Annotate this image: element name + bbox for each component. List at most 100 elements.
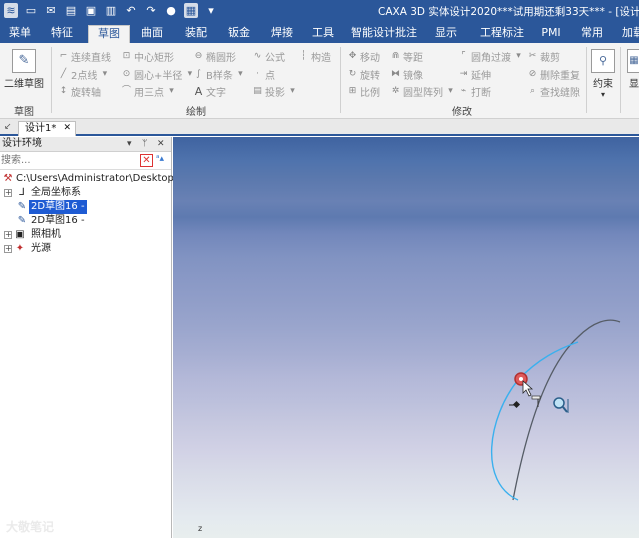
constraint-icon: ⚲ bbox=[591, 49, 615, 73]
extend-button[interactable]: ⇥ 延伸 bbox=[458, 66, 491, 82]
tab-engineering-annotation[interactable]: 工程标注 bbox=[473, 25, 531, 43]
formula-icon: ∿ bbox=[253, 50, 262, 61]
layers-icon[interactable]: ≋ bbox=[4, 3, 18, 18]
ribbon: ✎ 二维草图 草图 ⌐ 连续直线 ⊡ 中心矩形 ⊖ 椭圆形 ∿ 公式 ┆ 构造 ╱ 2点线 ▾… bbox=[0, 43, 639, 119]
tab-menu[interactable]: 菜单 bbox=[4, 25, 36, 43]
light-icon: ✦ bbox=[15, 243, 25, 254]
circle-center-radius-button[interactable]: ⊙ 圆心+半径 ▾ bbox=[121, 66, 195, 82]
document-tab-strip: ↙ 设计1* ✕ bbox=[0, 119, 639, 136]
delete-duplicate-icon: ⊘ bbox=[528, 68, 537, 79]
tree-item-light[interactable]: + ✦ 光源 bbox=[0, 242, 171, 256]
project-button[interactable]: ▤ 投影 ▾ bbox=[252, 83, 298, 99]
2d-sketch-button[interactable]: ✎ 二维草图 bbox=[4, 49, 44, 90]
delete-duplicate-button[interactable]: ⊘ 删除重复 bbox=[527, 66, 580, 82]
rotate-button[interactable]: ↻ 旋转 bbox=[347, 66, 380, 82]
tab-display[interactable]: 显示 bbox=[430, 25, 462, 43]
chart-icon[interactable]: ▦ bbox=[184, 3, 198, 18]
tree-item-camera[interactable]: + ▣ 照相机 bbox=[0, 228, 171, 242]
chevron-down-icon[interactable]: ▾ bbox=[127, 137, 132, 151]
break-icon: ⌁ bbox=[460, 85, 467, 96]
tab-load[interactable]: 加载 bbox=[617, 25, 639, 43]
close-icon[interactable]: ✕ bbox=[63, 122, 71, 135]
display-icon: ▦ bbox=[627, 49, 639, 73]
magnifier-icon bbox=[553, 397, 569, 413]
redo-icon[interactable]: ↷ bbox=[144, 3, 158, 18]
display-button[interactable]: ▦ 显 bbox=[624, 49, 639, 90]
construct-button[interactable]: ┆ 构造 bbox=[298, 48, 331, 64]
expand-icon[interactable]: + bbox=[4, 189, 12, 197]
tab-sheet-metal[interactable]: 钣金 bbox=[223, 25, 255, 43]
search-input[interactable] bbox=[0, 153, 136, 168]
point-icon: · bbox=[256, 68, 259, 79]
break-button[interactable]: ⌁ 打断 bbox=[458, 83, 491, 99]
document-tab[interactable]: 设计1* ✕ bbox=[18, 121, 76, 136]
pin-icon[interactable]: ↙ bbox=[4, 122, 12, 132]
settings-icon[interactable]: ● bbox=[164, 3, 178, 18]
sketch-pencil-icon: ✎ bbox=[12, 49, 36, 73]
document-tab-label: 设计1* bbox=[25, 123, 57, 134]
move-icon: ✥ bbox=[348, 50, 357, 61]
formula-button[interactable]: ∿ 公式 bbox=[252, 48, 285, 64]
ribbon-tab-row: 菜单 特征 草图 曲面 装配 钣金 焊接 工具 智能设计批注 显示 工程标注 P… bbox=[0, 22, 639, 43]
scale-button[interactable]: ⊞ 比例 bbox=[347, 83, 380, 99]
scale-icon: ⊞ bbox=[348, 85, 357, 96]
fillet-button[interactable]: ⌜ 圆角过渡 ▾ bbox=[458, 48, 524, 64]
offset-button[interactable]: ⋒ 等距 bbox=[390, 48, 423, 64]
polyline-icon: ⌐ bbox=[59, 50, 68, 61]
tab-feature[interactable]: 特征 bbox=[46, 25, 78, 43]
point-handle-icon bbox=[509, 400, 521, 409]
circular-array-button[interactable]: ✲ 圆型阵列 ▾ bbox=[390, 83, 456, 99]
center-rect-button[interactable]: ⊡ 中心矩形 bbox=[121, 48, 174, 64]
draw-group-label: 绘制 bbox=[186, 107, 206, 118]
two-point-line-button[interactable]: ╱ 2点线 ▾ bbox=[58, 66, 110, 82]
bspline-button[interactable]: ∫ B样条 ▾ bbox=[193, 66, 246, 82]
more-icon[interactable]: ▾ bbox=[204, 3, 218, 18]
save-icon[interactable]: ▣ bbox=[84, 3, 98, 18]
close-icon[interactable]: ✕ bbox=[157, 137, 165, 151]
tab-assembly[interactable]: 装配 bbox=[180, 25, 212, 43]
tab-common[interactable]: 常用 bbox=[576, 25, 608, 43]
print-icon[interactable]: ▥ bbox=[104, 3, 118, 18]
modify-group-label: 修改 bbox=[452, 107, 472, 118]
text-icon: A bbox=[194, 84, 203, 98]
sketch-icon: ✎ bbox=[17, 201, 27, 212]
mirror-button[interactable]: ⧓ 镜像 bbox=[390, 66, 423, 82]
tree-item-global-coordinate[interactable]: + ⅃ 全局坐标系 bbox=[0, 186, 171, 200]
find-gap-button[interactable]: ⌕ 查找缝隙 bbox=[527, 83, 580, 99]
design-viewport[interactable]: z bbox=[173, 137, 639, 538]
pin-icon[interactable]: ᛘ bbox=[142, 137, 147, 151]
tab-smart-design[interactable]: 智能设计批注 bbox=[349, 25, 419, 43]
tab-surface[interactable]: 曲面 bbox=[136, 25, 168, 43]
tree-item-sketch-selected[interactable]: ✎ 2D草图16 - bbox=[0, 200, 171, 214]
ellipse-icon: ⊖ bbox=[194, 50, 203, 61]
tab-sketch[interactable]: 草图 bbox=[88, 25, 130, 43]
watermark: 大敬笔记 bbox=[6, 520, 55, 534]
panel-header: 设计环境 ▾ ᛘ ✕ bbox=[0, 137, 171, 152]
circular-array-icon: ✲ bbox=[391, 85, 400, 96]
open-icon[interactable]: ▤ bbox=[64, 3, 78, 18]
trim-button[interactable]: ✂ 裁剪 bbox=[527, 48, 560, 64]
tree-view: ⚒ C:\Users\Administrator\Desktop\ + ⅃ 全局… bbox=[0, 170, 178, 256]
polyline-button[interactable]: ⌐ 连续直线 bbox=[58, 48, 111, 64]
search-options-icon[interactable]: ᵃ▴ bbox=[156, 154, 164, 164]
expand-icon[interactable]: + bbox=[4, 245, 12, 253]
clear-search-icon[interactable]: ✕ bbox=[140, 154, 153, 167]
constraint-button[interactable]: ⚲ 约束 ▾ bbox=[590, 49, 616, 99]
sketch-canvas[interactable] bbox=[173, 137, 639, 538]
undo-icon[interactable]: ↶ bbox=[124, 3, 138, 18]
move-button[interactable]: ✥ 移动 bbox=[347, 48, 380, 64]
new-icon[interactable]: ▭ bbox=[24, 3, 38, 18]
tab-welding[interactable]: 焊接 bbox=[266, 25, 298, 43]
mail-icon[interactable]: ✉ bbox=[44, 3, 58, 18]
three-point-arc-button[interactable]: ⌒ 用三点 ▾ bbox=[121, 83, 177, 99]
tab-tools[interactable]: 工具 bbox=[307, 25, 339, 43]
tree-item-sketch[interactable]: ✎ 2D草图16 - bbox=[0, 214, 171, 228]
ellipse-button[interactable]: ⊖ 椭圆形 bbox=[193, 48, 236, 64]
tree-item-root[interactable]: ⚒ C:\Users\Administrator\Desktop\ bbox=[0, 172, 178, 186]
trim-icon: ✂ bbox=[528, 50, 537, 61]
text-button[interactable]: A 文字 bbox=[193, 83, 226, 99]
rotate-axis-button[interactable]: ↕ 旋转轴 bbox=[58, 83, 101, 99]
point-button[interactable]: · 点 bbox=[252, 66, 275, 82]
tab-pmi[interactable]: PMI bbox=[537, 25, 565, 43]
expand-icon[interactable]: + bbox=[4, 231, 12, 239]
